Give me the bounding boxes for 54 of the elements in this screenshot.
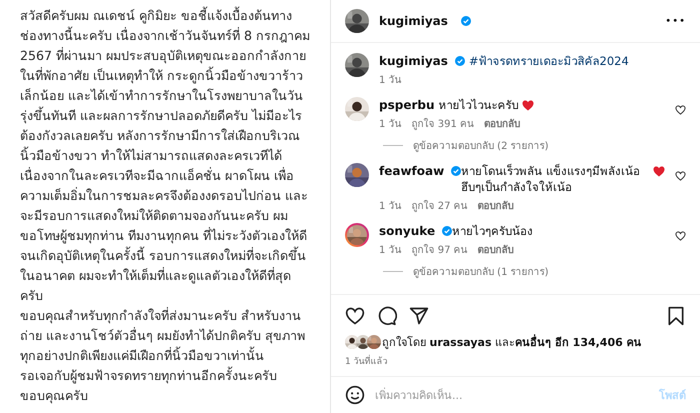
post-text-line: ต้องกังวลเลยครับ หลังการรักษามีการใส่เฝือกบริเวณ: [20, 127, 302, 145]
post-text-line: จะมีรอบการแสดงใหม่ให้ติดตามจองกันนะครับ ผม: [20, 207, 290, 225]
like-icon[interactable]: [675, 231, 686, 241]
post-text-line: ขอโทษผู้ชมทุกท่าน ทีมงานทุกคน ที่ไม่ระวังตัวเองให้ดี: [20, 226, 308, 246]
username[interactable]: kugimiyas: [379, 53, 448, 69]
comment-text: หายโดนเร็วพลัน แข็งแรงๆมีพลังเน้อ ฮึบๆเป็นกำลังใจให้เน้อ: [461, 163, 641, 195]
post-text-line: ช่องทางนี้นะครับ เนื่องจากเช้าวันจันทร์ที่ 8 กรกฎาคม: [20, 26, 312, 45]
post-text-line: รุ่งขึ้นทันที และผลการรักษาปลอดภัยดีครับ ไม่มีอะไร: [20, 106, 304, 126]
username[interactable]: psperbu: [379, 97, 435, 113]
like-icon[interactable]: [675, 105, 686, 115]
send-icon[interactable]: [409, 306, 429, 326]
post-text-line: เนื่องจากในละครเวทีจะมีฉากแอ็คชั่น ผาดโผน เพื่อ: [20, 166, 296, 185]
post-text-line: ขอบคุณครับ: [20, 387, 89, 406]
comment-icon[interactable]: [377, 306, 397, 326]
post-text-line: ถ่าย และงานโชว์ตัวอื่นๆ ผมยังทำได้ปกติครับ สุขภาพ: [20, 326, 306, 346]
more-menu[interactable]: •••: [665, 16, 686, 26]
post-text-line: ในที่พักอาศัย เป็นเหตุทำให้ กระดูกนิ้วมือข้างขวาร้าว: [20, 66, 304, 86]
comment-field[interactable]: เพิ่มความคิดเห็น...: [375, 383, 649, 407]
view-replies-link[interactable]: ดูข้อความตอบกลับ (1 รายการ): [413, 264, 549, 279]
emoji-icon[interactable]: [345, 385, 365, 405]
like-count[interactable]: ถูกใจ 97 คน: [412, 242, 468, 257]
like-count[interactable]: ถูกใจ 27 คน: [412, 198, 468, 213]
post-text-line: เล็กน้อย และได้เข้าทำการรักษาในโรงพยาบาลในวัน: [20, 87, 304, 105]
timestamp: 1 วัน: [379, 118, 402, 131]
bookmark-icon[interactable]: [666, 306, 686, 326]
post-time: 1 วันที่แล้ว: [345, 354, 686, 368]
view-replies-link[interactable]: ดูข้อความตอบกลับ (2 รายการ): [413, 138, 549, 153]
timestamp: 1 วัน: [379, 74, 402, 87]
comment-text: หายไวไวนะครับ: [438, 97, 519, 113]
post-text-line: รอเจอกับผู้ชมฟ้าจรดทรายทุกท่านอีกครั้งนะครับ: [20, 366, 278, 386]
hashtag-link[interactable]: #ฟ้าจรดทรายเดอะมิวสิคัล2024: [468, 53, 629, 69]
comment-text: หายไวๆครับน้อง: [452, 223, 534, 239]
post-text-line: ทุกอย่างปกติเพียงแค่มีเฝือกที่นิ้วมือขวาเท่านั้น: [20, 346, 265, 366]
likes-text: ถูกใจโดย urassayas และคนอื่นๆ อีก 134,406 คน: [382, 333, 642, 351]
post-text-line: ครับ: [20, 287, 44, 305]
like-icon[interactable]: [345, 306, 365, 326]
post-text-line: 2567 ที่ผ่านมา ผมประสบอุบัติเหตุขณะออกกำลังกาย: [20, 46, 308, 66]
timestamp: 1 วัน: [379, 244, 402, 257]
post-text-line: ความเต็มอิ่มในการชมละครจึงต้องงดรอบไปก่อน และ: [20, 186, 310, 205]
like-icon[interactable]: [675, 171, 686, 181]
timestamp: 1 วัน: [379, 200, 402, 213]
post-text-line: ขอบคุณสำหรับทุกกำลังใจที่ส่งมานะครับ สำหรับงาน: [20, 306, 302, 326]
username[interactable]: kugimiyas: [379, 14, 448, 28]
post-text-line: นิ้วมือข้างขวา ทำให้ไม่สามารถแสดงละครเวทีได้: [20, 146, 284, 165]
post-text-line: สวัสดีครับผม ณเดชน์ คูกิมิยะ ขอชี้แจ้งเบื้องต้นทาง: [20, 6, 294, 26]
username[interactable]: sonyuke: [379, 223, 436, 239]
story-ring[interactable]: [345, 223, 369, 247]
username[interactable]: feawfoaw: [379, 163, 444, 179]
post-text-line: ในอนาคต ผมจะทำให้เต็มที่และดูแลตัวเองให้ดีที่สุด: [20, 266, 292, 286]
reply-link[interactable]: ตอบกลับ: [484, 116, 520, 131]
post-text-line: จนเกิดอุบัติเหตุในครั้งนี้ รอบการแสดงใหม่ที่จะเกิดขึ้น: [20, 246, 308, 266]
reply-link[interactable]: ตอบกลับ: [478, 198, 514, 213]
reply-link[interactable]: ตอบกลับ: [478, 242, 514, 257]
like-count[interactable]: ถูกใจ 391 คน: [412, 116, 474, 131]
